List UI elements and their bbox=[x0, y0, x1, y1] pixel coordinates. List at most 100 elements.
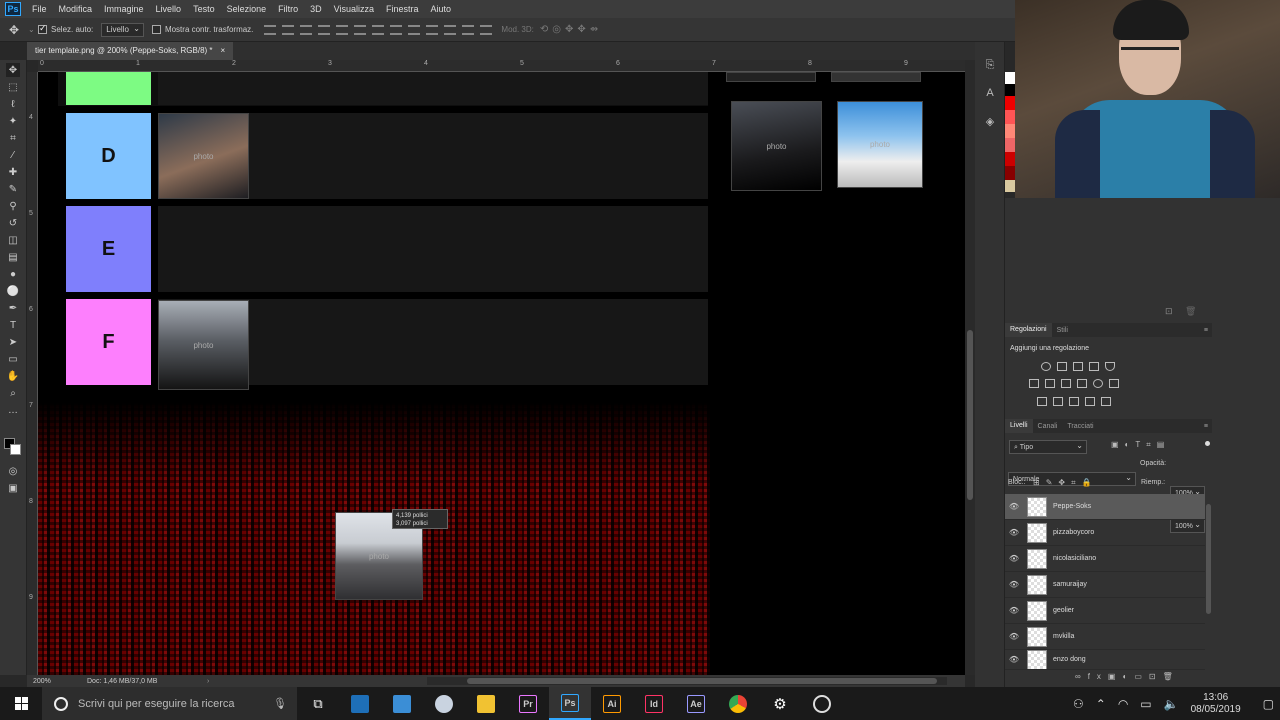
eyedropper-tool-icon[interactable]: ⁄ bbox=[6, 148, 20, 162]
brush-tool-icon[interactable]: ✎ bbox=[6, 182, 20, 196]
swatch[interactable] bbox=[1005, 96, 1015, 110]
crop-tool-icon[interactable]: ⌗ bbox=[6, 131, 20, 145]
move-tool-icon[interactable]: ✥ bbox=[0, 23, 28, 37]
volume-icon[interactable]: 🔈 bbox=[1164, 697, 1179, 711]
swatch[interactable] bbox=[1005, 180, 1015, 192]
menu-file[interactable]: File bbox=[26, 0, 53, 18]
move-tool-icon[interactable]: ✥ bbox=[6, 63, 20, 77]
photo-filter-adjust-icon[interactable] bbox=[1077, 379, 1087, 388]
status-arrow-icon[interactable]: › bbox=[207, 678, 209, 685]
swatch[interactable] bbox=[1005, 124, 1015, 138]
magic-wand-tool-icon[interactable]: ✦ bbox=[6, 114, 20, 128]
app-icon-paint[interactable] bbox=[423, 687, 465, 720]
people-icon[interactable]: ⚇ bbox=[1073, 697, 1084, 711]
zoom-tool-icon[interactable]: ⌕ bbox=[6, 386, 20, 400]
posterize-adjust-icon[interactable] bbox=[1053, 397, 1063, 406]
document-canvas[interactable]: D photo E F photo photo photo photo 4,13… bbox=[38, 72, 965, 675]
distribute-bottom-icon[interactable] bbox=[408, 24, 421, 35]
align-bottom-icon[interactable] bbox=[300, 24, 313, 35]
invert-adjust-icon[interactable] bbox=[1037, 397, 1047, 406]
autoselect-checkbox[interactable] bbox=[38, 23, 47, 34]
gradient-tool-icon[interactable]: ▤ bbox=[6, 250, 20, 264]
marquee-tool-icon[interactable]: ⬚ bbox=[6, 80, 20, 94]
network-icon[interactable]: ◠ bbox=[1118, 697, 1128, 711]
background-color-swatch[interactable] bbox=[10, 444, 21, 455]
settings-gear-icon[interactable]: ⚙ bbox=[759, 687, 801, 720]
lock-icons[interactable]: ⊞✎✥⌗🔒 bbox=[1033, 478, 1098, 488]
menu-visualizza[interactable]: Visualizza bbox=[328, 0, 380, 18]
swatch[interactable] bbox=[1005, 152, 1015, 166]
character-icon[interactable]: A bbox=[983, 86, 997, 100]
panel-menu-icon[interactable]: ≡ bbox=[1204, 423, 1208, 430]
auto-align-icon[interactable] bbox=[480, 24, 493, 35]
slide-3d-icon[interactable]: ✥ bbox=[577, 24, 585, 35]
distribute-middle-icon[interactable] bbox=[390, 24, 403, 35]
scroll-thumb[interactable] bbox=[967, 330, 973, 500]
trash-icon[interactable]: 🗑 bbox=[1185, 306, 1196, 317]
obs-icon[interactable] bbox=[801, 687, 843, 720]
hue-saturation-adjust-icon[interactable] bbox=[1029, 379, 1039, 388]
brightness-adjust-icon[interactable] bbox=[1041, 362, 1051, 371]
eye-icon[interactable]: 👁 bbox=[1005, 502, 1023, 511]
photoshop-logo-icon[interactable]: Ps bbox=[0, 0, 26, 18]
chevron-up-icon[interactable]: ⌃ bbox=[1096, 697, 1106, 711]
menu-3d[interactable]: 3D bbox=[304, 0, 328, 18]
new-swatch-icon[interactable]: ⊡ bbox=[1165, 306, 1173, 317]
premiere-icon[interactable]: Pr bbox=[507, 687, 549, 720]
tier-f-photo[interactable]: photo bbox=[158, 300, 249, 390]
tab-stili[interactable]: Stili bbox=[1052, 327, 1073, 334]
pen-tool-icon[interactable]: ✒ bbox=[6, 301, 20, 315]
history-icon[interactable]: ⎘ bbox=[983, 58, 997, 72]
swatch[interactable] bbox=[1005, 166, 1015, 180]
tab-tracciati[interactable]: Tracciati bbox=[1062, 423, 1098, 430]
vibrance-adjust-icon[interactable] bbox=[1105, 362, 1115, 371]
eye-icon[interactable]: 👁 bbox=[1005, 606, 1023, 615]
app-icon-store[interactable] bbox=[381, 687, 423, 720]
menu-testo[interactable]: Testo bbox=[187, 0, 221, 18]
align-right-icon[interactable] bbox=[354, 24, 367, 35]
path-selection-tool-icon[interactable]: ➤ bbox=[6, 335, 20, 349]
pan-3d-icon[interactable]: ✥ bbox=[565, 24, 573, 35]
align-middle-icon[interactable] bbox=[282, 24, 295, 35]
swatch[interactable] bbox=[1005, 110, 1015, 124]
layer-row[interactable]: 👁 Peppe-Soks bbox=[1005, 494, 1205, 520]
dodge-tool-icon[interactable]: ⚪ bbox=[6, 284, 20, 298]
tier-d-photo[interactable]: photo bbox=[158, 113, 249, 199]
document-tab[interactable]: tier template.png @ 200% (Peppe-Soks, RG… bbox=[27, 42, 234, 60]
swatch[interactable] bbox=[1005, 72, 1015, 84]
hand-tool-icon[interactable]: ✋ bbox=[6, 369, 20, 383]
indesign-icon[interactable]: Id bbox=[633, 687, 675, 720]
windows-start-icon[interactable] bbox=[0, 687, 42, 720]
align-left-icon[interactable] bbox=[318, 24, 331, 35]
layers-scroll-thumb[interactable] bbox=[1206, 504, 1211, 614]
curves-adjust-icon[interactable] bbox=[1073, 362, 1083, 371]
blur-tool-icon[interactable]: ● bbox=[6, 267, 20, 281]
eye-icon[interactable]: 👁 bbox=[1005, 655, 1023, 664]
distribute-left-icon[interactable] bbox=[426, 24, 439, 35]
quick-mask-icon[interactable]: ◎ bbox=[6, 464, 20, 478]
distribute-top-icon[interactable] bbox=[372, 24, 385, 35]
horizontal-scrollbar[interactable] bbox=[427, 677, 947, 685]
photoshop-icon[interactable]: Ps bbox=[549, 687, 591, 720]
layer-row[interactable]: 👁 geolier bbox=[1005, 598, 1205, 624]
3d-icon[interactable]: ◈ bbox=[983, 114, 997, 128]
filter-toggle-icon[interactable] bbox=[1205, 441, 1210, 446]
lasso-tool-icon[interactable]: ℓ bbox=[6, 97, 20, 111]
channel-mixer-adjust-icon[interactable] bbox=[1093, 379, 1103, 388]
app-icon-generic[interactable] bbox=[339, 687, 381, 720]
layer-filter-icons[interactable]: ▣◐T⌗▤ bbox=[1111, 440, 1170, 450]
menu-finestra[interactable]: Finestra bbox=[380, 0, 425, 18]
zoom-level[interactable]: 200% bbox=[27, 678, 87, 685]
rectangle-tool-icon[interactable]: ▭ bbox=[6, 352, 20, 366]
eye-icon[interactable]: 👁 bbox=[1005, 580, 1023, 589]
swatch[interactable] bbox=[1005, 84, 1015, 96]
healing-brush-tool-icon[interactable]: ✚ bbox=[6, 165, 20, 179]
taskbar-search-box[interactable]: Scrivi qui per eseguire la ricerca 🎙 bbox=[42, 687, 297, 720]
layer-row[interactable]: 👁 nicolasiciliano bbox=[1005, 546, 1205, 572]
tab-regolazioni[interactable]: Regolazioni bbox=[1005, 323, 1052, 337]
exposure-adjust-icon[interactable] bbox=[1089, 362, 1099, 371]
menu-filtro[interactable]: Filtro bbox=[272, 0, 304, 18]
gradient-map-adjust-icon[interactable] bbox=[1101, 397, 1111, 406]
eye-icon[interactable]: 👁 bbox=[1005, 632, 1023, 641]
autoselect-dropdown[interactable]: Livello bbox=[101, 22, 144, 37]
